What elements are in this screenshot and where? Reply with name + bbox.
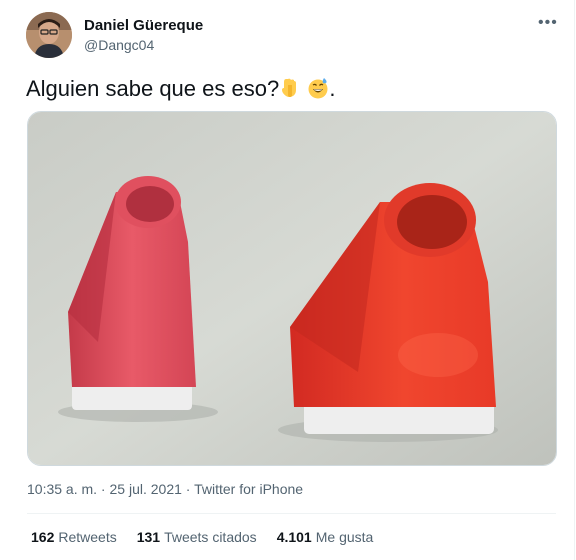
- retweets-label: Retweets: [58, 529, 117, 545]
- tweet-card: Daniel Güereque @Dangc04 ••• Alguien sab…: [0, 0, 575, 560]
- tweet-text: Alguien sabe que es eso? .: [26, 76, 335, 102]
- tweet-photo[interactable]: [27, 111, 557, 466]
- likes-count: 4.101: [276, 529, 312, 545]
- backhand-index-pointing-down-icon: [282, 78, 297, 97]
- tweet-source[interactable]: Twitter for iPhone: [194, 481, 303, 497]
- likes-stat[interactable]: 4.101 Me gusta: [277, 529, 374, 545]
- quote-tweets-count: 131: [136, 529, 161, 545]
- meta-separator: ·: [97, 481, 110, 497]
- grinning-face-with-sweat-icon: [308, 78, 328, 99]
- quote-tweets-label: Tweets citados: [164, 529, 257, 545]
- retweets-stat[interactable]: 162 Retweets: [31, 529, 117, 545]
- retweets-count: 162: [31, 529, 55, 545]
- avatar[interactable]: [26, 12, 72, 58]
- author-name[interactable]: Daniel Güereque: [84, 17, 203, 34]
- tweet-stats: 162 Retweets 131 Tweets citados 4.101 Me gu…: [31, 529, 393, 545]
- divider: [27, 513, 556, 514]
- tweet-body: Alguien sabe que es eso?: [26, 76, 280, 101]
- timestamp-time[interactable]: 10:35 a. m.: [27, 481, 97, 497]
- timestamp-date[interactable]: 25 jul. 2021: [110, 481, 182, 497]
- tweet-meta: 10:35 a. m. · 25 jul. 2021 · Twitter for…: [27, 481, 303, 497]
- likes-label: Me gusta: [315, 529, 374, 545]
- tweet-trailing: .: [329, 76, 336, 101]
- author-handle[interactable]: @Dangc04: [84, 37, 154, 53]
- quote-tweets-stat[interactable]: 131 Tweets citados: [137, 529, 257, 545]
- meta-separator: ·: [181, 481, 195, 497]
- more-options-icon[interactable]: •••: [538, 14, 558, 32]
